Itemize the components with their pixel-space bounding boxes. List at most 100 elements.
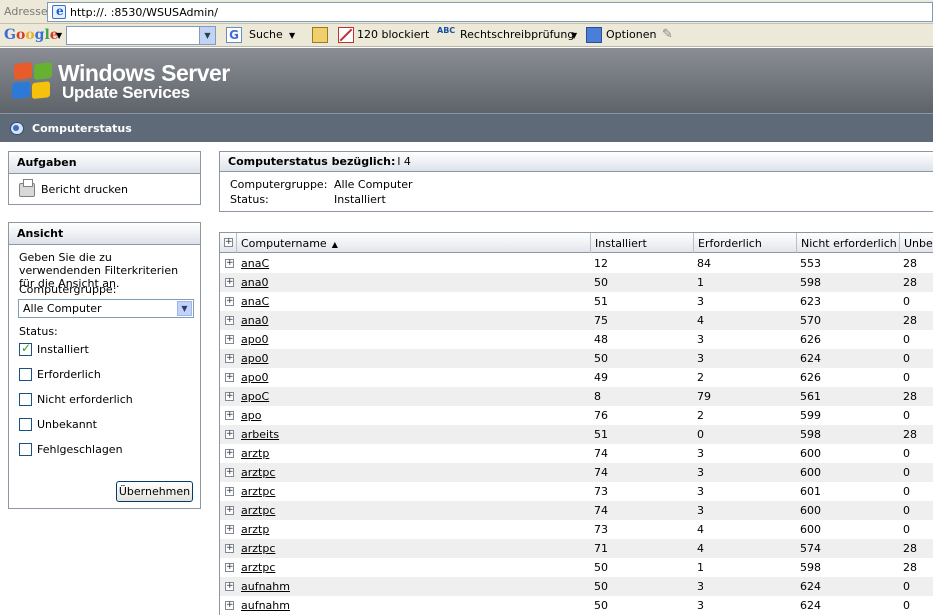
expand-row-icon[interactable]: + — [225, 316, 234, 325]
expand-row-icon[interactable]: + — [225, 449, 234, 458]
google-menu-arrow-icon[interactable]: ▼ — [56, 31, 62, 40]
expand-row-icon[interactable]: + — [225, 487, 234, 496]
table-row[interactable]: + arztpc 74 3 600 0 — [220, 463, 933, 482]
highlighter-icon[interactable]: ✎ — [662, 27, 678, 43]
google-search-icon[interactable]: G — [226, 27, 242, 43]
print-report-link[interactable]: Bericht drucken — [41, 183, 128, 196]
expand-row-icon[interactable]: + — [225, 601, 234, 610]
column-header-not-required[interactable]: Nicht erforderlich — [797, 233, 900, 253]
news-icon[interactable] — [312, 27, 328, 43]
checkbox-not-required[interactable] — [19, 393, 32, 406]
spellcheck-dropdown-icon[interactable]: ▼ — [571, 31, 577, 40]
table-row[interactable]: + apo0 48 3 626 0 — [220, 330, 933, 349]
computer-name-link[interactable]: apo0 — [241, 371, 268, 384]
checkbox-required[interactable] — [19, 368, 32, 381]
url-text: http://. :8530/WSUSAdmin/ — [70, 6, 218, 19]
table-row[interactable]: + arztp 74 3 600 0 — [220, 444, 933, 463]
computer-name-link[interactable]: arztpc — [241, 466, 275, 479]
table-row[interactable]: + aufnahm 50 3 624 0 — [220, 577, 933, 596]
computer-name-link[interactable]: arztp — [241, 447, 269, 460]
table-row[interactable]: + aufnahm 50 3 624 0 — [220, 596, 933, 615]
options-icon[interactable] — [586, 27, 602, 43]
table-row[interactable]: + apo0 50 3 624 0 — [220, 349, 933, 368]
table-row[interactable]: + arztpc 73 3 601 0 — [220, 482, 933, 501]
column-header-unknown[interactable]: Unbekannt — [900, 233, 933, 253]
table-row[interactable]: + anaC 51 3 623 0 — [220, 292, 933, 311]
table-row[interactable]: + apoC 8 79 561 28 — [220, 387, 933, 406]
computer-group-select[interactable]: Alle Computer ▼ — [18, 299, 194, 318]
popup-blocked-count[interactable]: 120 blockiert — [357, 28, 429, 41]
column-header-computername[interactable]: Computername ▲ — [237, 233, 591, 253]
expand-row-icon[interactable]: + — [225, 373, 234, 382]
cell-required: 3 — [697, 295, 704, 308]
search-dropdown-icon[interactable]: ▼ — [289, 31, 295, 40]
checkbox-installed[interactable] — [19, 341, 32, 356]
checkbox-unknown[interactable] — [19, 418, 32, 431]
expand-row-icon[interactable]: + — [225, 335, 234, 344]
url-field[interactable]: http://. :8530/WSUSAdmin/ — [47, 2, 933, 22]
expand-all-icon[interactable]: + — [224, 238, 233, 247]
spellcheck-button[interactable]: Rechtschreibprüfung — [460, 28, 574, 41]
expand-row-icon[interactable]: + — [225, 468, 234, 477]
table-row[interactable]: + apo 76 2 599 0 — [220, 406, 933, 425]
table-row[interactable]: + arztp 73 4 600 0 — [220, 520, 933, 539]
cell-not-required: 601 — [800, 485, 821, 498]
computer-name-link[interactable]: arztp — [241, 523, 269, 536]
computer-name-link[interactable]: arztpc — [241, 504, 275, 517]
expand-row-icon[interactable]: + — [225, 278, 234, 287]
expand-row-icon[interactable]: + — [225, 582, 234, 591]
computer-name-link[interactable]: arztpc — [241, 561, 275, 574]
table-row[interactable]: + ana0 50 1 598 28 — [220, 273, 933, 292]
computer-name-link[interactable]: aufnahm — [241, 599, 290, 612]
cell-not-required: 599 — [800, 409, 821, 422]
options-button[interactable]: Optionen — [606, 28, 656, 41]
checkbox-failed[interactable] — [19, 443, 32, 456]
table-row[interactable]: + ana0 75 4 570 28 — [220, 311, 933, 330]
cell-not-required: 574 — [800, 542, 821, 555]
computer-name-link[interactable]: arztpc — [241, 485, 275, 498]
computer-name-link[interactable]: anaC — [241, 295, 269, 308]
expand-row-icon[interactable]: + — [225, 411, 234, 420]
expand-row-icon[interactable]: + — [225, 506, 234, 515]
column-header-required[interactable]: Erforderlich — [694, 233, 797, 253]
table-row[interactable]: + arztpc 74 3 600 0 — [220, 501, 933, 520]
table-row[interactable]: + apo0 49 2 626 0 — [220, 368, 933, 387]
expand-row-icon[interactable]: + — [225, 354, 234, 363]
apply-button[interactable]: Übernehmen — [116, 481, 193, 502]
google-search-input[interactable]: ▼ — [66, 26, 216, 45]
expand-row-icon[interactable]: + — [225, 525, 234, 534]
table-row[interactable]: + arztpc 50 1 598 28 — [220, 558, 933, 577]
printer-icon[interactable] — [19, 179, 35, 197]
computer-name-link[interactable]: apo — [241, 409, 261, 422]
computer-name-link[interactable]: aufnahm — [241, 580, 290, 593]
expand-row-icon[interactable]: + — [225, 259, 234, 268]
expand-row-icon[interactable]: + — [225, 392, 234, 401]
expand-row-icon[interactable]: + — [225, 563, 234, 572]
cell-unknown: 28 — [903, 314, 917, 327]
expand-row-icon[interactable]: + — [225, 430, 234, 439]
cell-installed: 49 — [594, 371, 608, 384]
google-logo[interactable]: Google — [4, 27, 59, 43]
cell-installed: 50 — [594, 580, 608, 593]
column-header-installed[interactable]: Installiert — [591, 233, 694, 253]
cell-required: 1 — [697, 276, 704, 289]
cell-unknown: 0 — [903, 523, 910, 536]
computer-name-link[interactable]: arztpc — [241, 542, 275, 555]
computer-name-link[interactable]: anaC — [241, 257, 269, 270]
computer-name-link[interactable]: arbeits — [241, 428, 279, 441]
table-row[interactable]: + arbeits 51 0 598 28 — [220, 425, 933, 444]
table-row[interactable]: + anaC 12 84 553 28 — [220, 254, 933, 273]
table-row[interactable]: + arztpc 71 4 574 28 — [220, 539, 933, 558]
search-button[interactable]: Suche — [249, 28, 283, 41]
computer-name-link[interactable]: apo0 — [241, 352, 268, 365]
computer-name-link[interactable]: apo0 — [241, 333, 268, 346]
chevron-down-icon[interactable]: ▼ — [199, 27, 215, 44]
chevron-down-icon[interactable]: ▼ — [177, 301, 192, 316]
computer-name-link[interactable]: ana0 — [241, 314, 268, 327]
popup-blocker-icon[interactable] — [338, 27, 354, 43]
computer-name-link[interactable]: ana0 — [241, 276, 268, 289]
expand-row-icon[interactable]: + — [225, 544, 234, 553]
spellcheck-icon[interactable]: ABC — [437, 26, 455, 42]
computer-name-link[interactable]: apoC — [241, 390, 269, 403]
expand-row-icon[interactable]: + — [225, 297, 234, 306]
